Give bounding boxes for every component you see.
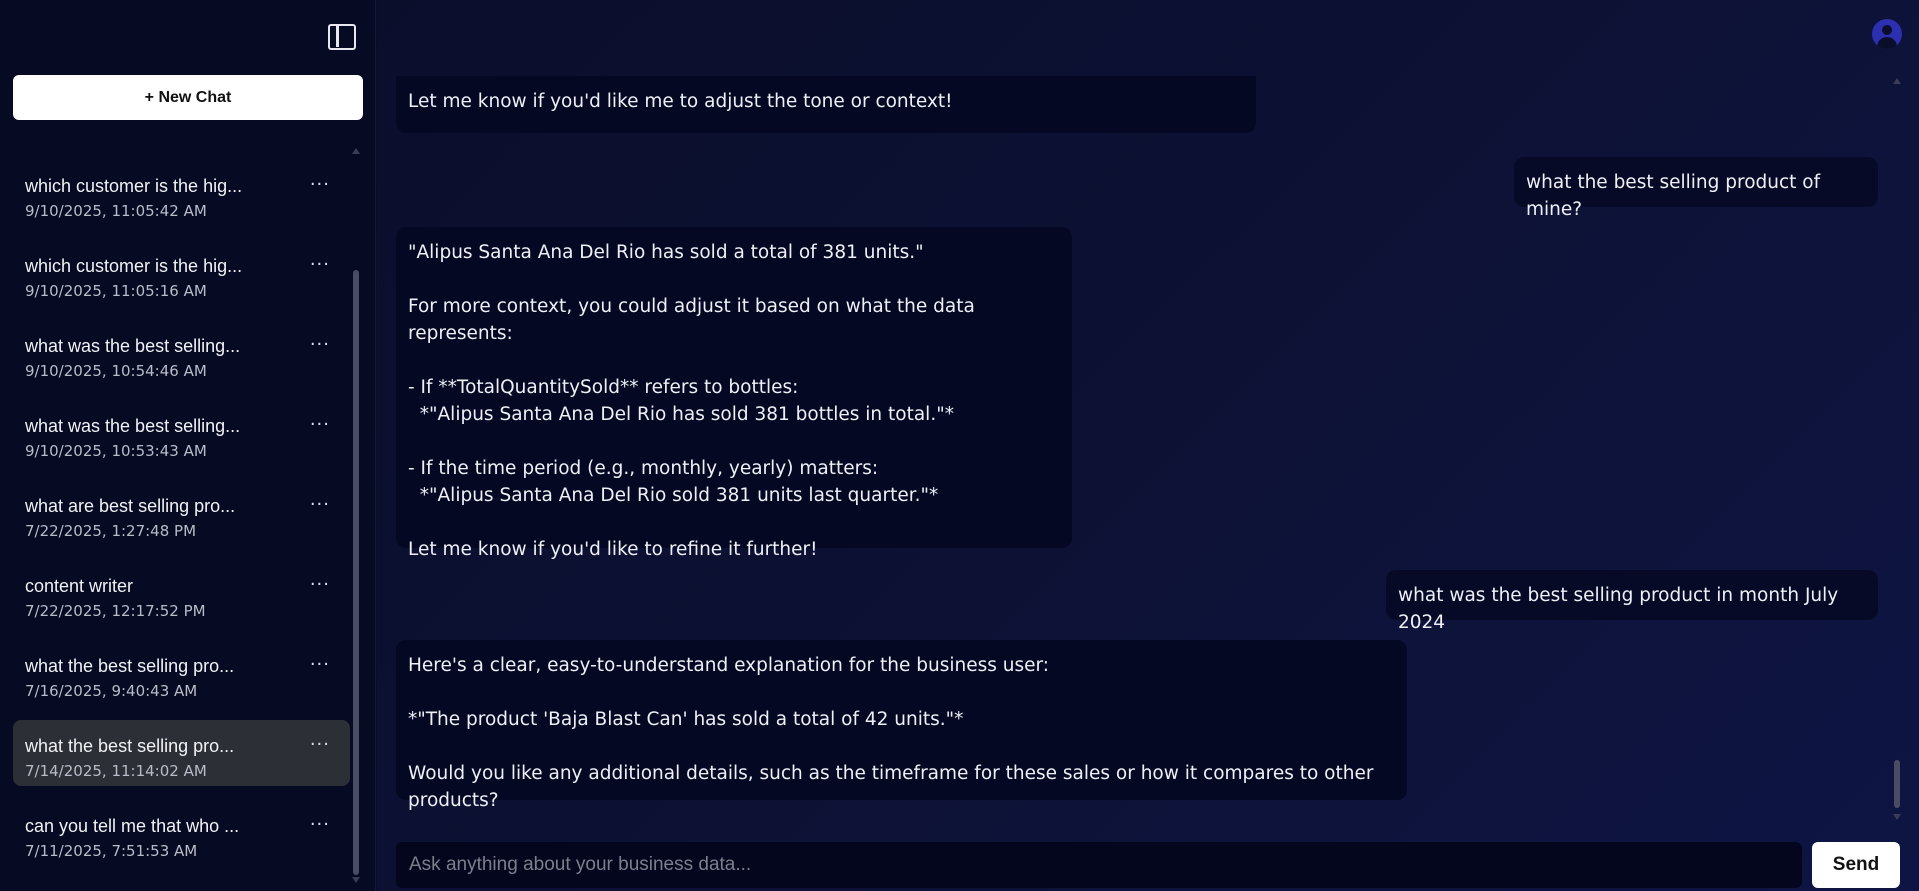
- chat-title: what are best selling pro...: [25, 496, 236, 516]
- chat-title: what was the best selling...: [25, 416, 241, 436]
- panel-left-icon[interactable]: [328, 24, 356, 50]
- message-list: Let me know if you'd like me to adjust t…: [377, 76, 1919, 811]
- chat-title: what was the best selling...: [25, 336, 241, 356]
- chat-history-item[interactable]: can you tell me that who ... 7/11/2025, …: [13, 800, 350, 866]
- chat-timestamp: 9/10/2025, 11:05:42 AM: [25, 202, 207, 220]
- chat-title: content writer: [25, 576, 134, 596]
- user-message: what the best selling product of mine?: [1514, 157, 1878, 220]
- new-chat-button[interactable]: + New Chat: [13, 75, 363, 120]
- more-horizontal-icon[interactable]: ···: [310, 494, 330, 515]
- scroll-up-arrow-icon[interactable]: [1893, 78, 1901, 84]
- more-horizontal-icon[interactable]: ···: [310, 174, 330, 195]
- more-horizontal-icon[interactable]: ···: [310, 654, 330, 675]
- scrollbar-thumb[interactable]: [1894, 760, 1900, 808]
- sidebar: + New Chat which customer is the hig... …: [0, 0, 376, 891]
- chat-title: which customer is the hig...: [25, 176, 243, 196]
- more-horizontal-icon[interactable]: ···: [310, 734, 330, 755]
- more-horizontal-icon[interactable]: ···: [310, 334, 330, 355]
- assistant-message: "Alipus Santa Ana Del Rio has sold a tot…: [396, 227, 1072, 560]
- chat-history-item[interactable]: what are best selling pro... 7/22/2025, …: [13, 480, 350, 546]
- chat-input[interactable]: [396, 842, 1802, 888]
- chat-title: which customer is the hig...: [25, 256, 243, 276]
- more-horizontal-icon[interactable]: ···: [310, 814, 330, 835]
- chat-history-item-active[interactable]: what the best selling pro... 7/14/2025, …: [13, 720, 350, 786]
- chat-history-item[interactable]: what was the best selling... 9/10/2025, …: [13, 320, 350, 386]
- chat-history-item[interactable]: content writer 7/22/2025, 12:17:52 PM ··…: [13, 560, 350, 626]
- scrollbar-thumb[interactable]: [353, 270, 359, 875]
- chat-history-item[interactable]: which customer is the hig... 9/10/2025, …: [13, 240, 350, 306]
- chat-timestamp: 9/10/2025, 10:54:46 AM: [25, 362, 207, 380]
- chat-history-item[interactable]: which customer is the hig... 9/10/2025, …: [13, 160, 350, 226]
- chat-timestamp: 7/22/2025, 12:17:52 PM: [25, 602, 206, 620]
- chat-scrollbar[interactable]: [1892, 78, 1902, 820]
- assistant-message: Here's a clear, easy-to-understand expla…: [396, 640, 1407, 811]
- scroll-down-arrow-icon[interactable]: [352, 877, 360, 883]
- user-message: what was the best selling product in mon…: [1386, 570, 1878, 633]
- more-horizontal-icon[interactable]: ···: [310, 414, 330, 435]
- send-button[interactable]: Send: [1812, 842, 1900, 888]
- chat-history-item[interactable]: what the best selling pro... 7/16/2025, …: [13, 640, 350, 706]
- chat-timestamp: 7/11/2025, 7:51:53 AM: [25, 842, 198, 860]
- chat-history-list: which customer is the hig... 9/10/2025, …: [13, 160, 350, 880]
- chat-title: what the best selling pro...: [25, 736, 235, 756]
- user-circle-icon[interactable]: [1872, 19, 1902, 49]
- chat-timestamp: 7/22/2025, 1:27:48 PM: [25, 522, 197, 540]
- chat-timestamp: 7/16/2025, 9:40:43 AM: [25, 682, 198, 700]
- more-horizontal-icon[interactable]: ···: [310, 254, 330, 275]
- scroll-up-arrow-icon[interactable]: [352, 148, 360, 154]
- chat-title: can you tell me that who ...: [25, 816, 240, 836]
- chat-timestamp: 9/10/2025, 11:05:16 AM: [25, 282, 207, 300]
- chat-timestamp: 9/10/2025, 10:53:43 AM: [25, 442, 207, 460]
- chat-title: what the best selling pro...: [25, 656, 235, 676]
- chat-timestamp: 7/14/2025, 11:14:02 AM: [25, 762, 207, 780]
- more-horizontal-icon[interactable]: ···: [310, 574, 330, 595]
- chat-history-item[interactable]: what was the best selling... 9/10/2025, …: [13, 400, 350, 466]
- scroll-down-arrow-icon[interactable]: [1893, 814, 1901, 820]
- assistant-message: Let me know if you'd like me to adjust t…: [396, 76, 1256, 133]
- chat-main-area: Let me know if you'd like me to adjust t…: [377, 0, 1919, 891]
- sidebar-scrollbar[interactable]: [352, 148, 360, 883]
